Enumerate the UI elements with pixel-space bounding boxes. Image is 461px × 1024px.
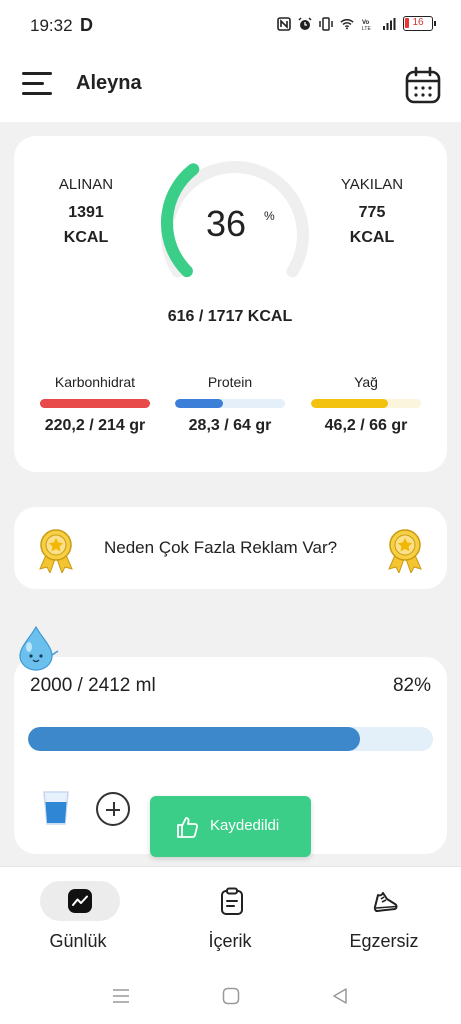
thumbs-up-icon	[177, 817, 199, 838]
system-navigation-bar	[0, 960, 461, 1024]
water-drop-mascot-icon	[19, 625, 59, 671]
calorie-summary-card: ALINAN 1391 KCAL 36 % YAKILAN 775 KCAL 6…	[14, 136, 447, 472]
burned-value: 775 KCAL	[322, 200, 422, 250]
intake-unit: KCAL	[63, 229, 109, 246]
award-badge-icon	[39, 529, 73, 573]
macro-progress-fill	[175, 399, 224, 408]
macro-progress-bar	[311, 399, 421, 408]
macro-progress-bar	[175, 399, 285, 408]
home-icon[interactable]	[222, 987, 240, 1005]
burned-label: YAKILAN	[340, 176, 404, 193]
burned-number: 775	[358, 204, 386, 221]
add-water-button[interactable]	[96, 792, 130, 826]
hamburger-menu-icon[interactable]	[22, 72, 52, 96]
app-bar: Aleyna	[0, 52, 461, 122]
macro-progress-fill	[40, 399, 150, 408]
saved-toast: Kaydedildi	[150, 796, 311, 857]
nav-item-gunluk[interactable]: Günlük	[18, 879, 138, 959]
water-amount: 2000 / 2412 ml	[30, 675, 156, 696]
macro-value: 28,3 / 64 gr	[188, 417, 272, 434]
nav-item-egzersiz[interactable]: Egzersiz	[324, 879, 444, 959]
macro-progress-fill	[311, 399, 388, 408]
award-badge-icon	[388, 529, 422, 573]
battery-icon: 16	[403, 16, 436, 31]
nav-label: İçerik	[208, 931, 252, 951]
macro-carbs: Karbonhidrat 220,2 / 214 gr	[40, 374, 150, 435]
svg-text:LTE: LTE	[362, 26, 371, 31]
calorie-percent: 36	[206, 203, 247, 244]
wifi-icon	[340, 18, 354, 29]
macro-value: 220,2 / 214 gr	[44, 417, 146, 434]
vibrate-icon	[319, 16, 333, 31]
water-percent: 82%	[392, 675, 431, 696]
toast-text: Kaydedildi	[210, 817, 280, 834]
carrier-glyph: D	[80, 15, 93, 35]
kcal-total: 616 / 1717 KCAL	[167, 308, 293, 325]
water-glass-icon[interactable]	[42, 790, 70, 826]
user-name: Aleyna	[76, 72, 142, 94]
nav-label: Günlük	[49, 931, 107, 951]
back-icon[interactable]	[332, 987, 348, 1005]
macro-protein: Protein 28,3 / 64 gr	[175, 374, 285, 435]
intake-label: ALINAN	[58, 176, 114, 193]
battery-level: 16	[412, 17, 424, 28]
water-progress-fill	[28, 727, 361, 751]
intake-number: 1391	[68, 204, 104, 221]
calorie-percent-sign: %	[264, 209, 275, 223]
nfc-icon	[277, 16, 291, 31]
clipboard-icon	[221, 887, 243, 915]
macro-progress-bar	[40, 399, 150, 408]
ad-banner-text: Neden Çok Fazla Reklam Var?	[104, 538, 338, 557]
intake-value: 1391 KCAL	[36, 200, 136, 250]
chart-trend-icon	[68, 889, 92, 913]
ad-info-banner[interactable]: Neden Çok Fazla Reklam Var?	[14, 507, 447, 589]
status-time: 19:32	[30, 16, 73, 35]
signal-icon	[383, 17, 396, 30]
volte-icon: VoLTE	[362, 20, 371, 31]
running-shoe-icon	[373, 892, 398, 912]
nav-item-icerik[interactable]: İçerik	[170, 879, 290, 959]
macro-fat: Yağ 46,2 / 66 gr	[311, 374, 421, 435]
calendar-icon[interactable]	[405, 66, 441, 104]
nav-label: Egzersiz	[349, 931, 419, 951]
recent-apps-icon[interactable]	[112, 988, 130, 1004]
status-icons: Vo LTE 16	[277, 16, 436, 31]
alarm-icon	[298, 16, 312, 30]
bottom-navigation: Günlük İçerik Egzersiz	[0, 866, 461, 960]
macro-label: Yağ	[354, 374, 378, 390]
macro-value: 46,2 / 66 gr	[324, 417, 408, 434]
burned-unit: KCAL	[349, 229, 395, 246]
macro-label: Protein	[207, 374, 253, 390]
macro-label: Karbonhidrat	[54, 374, 136, 390]
water-progress-bar	[28, 727, 433, 751]
status-bar: 19:32 D Vo LTE 16	[0, 0, 461, 52]
